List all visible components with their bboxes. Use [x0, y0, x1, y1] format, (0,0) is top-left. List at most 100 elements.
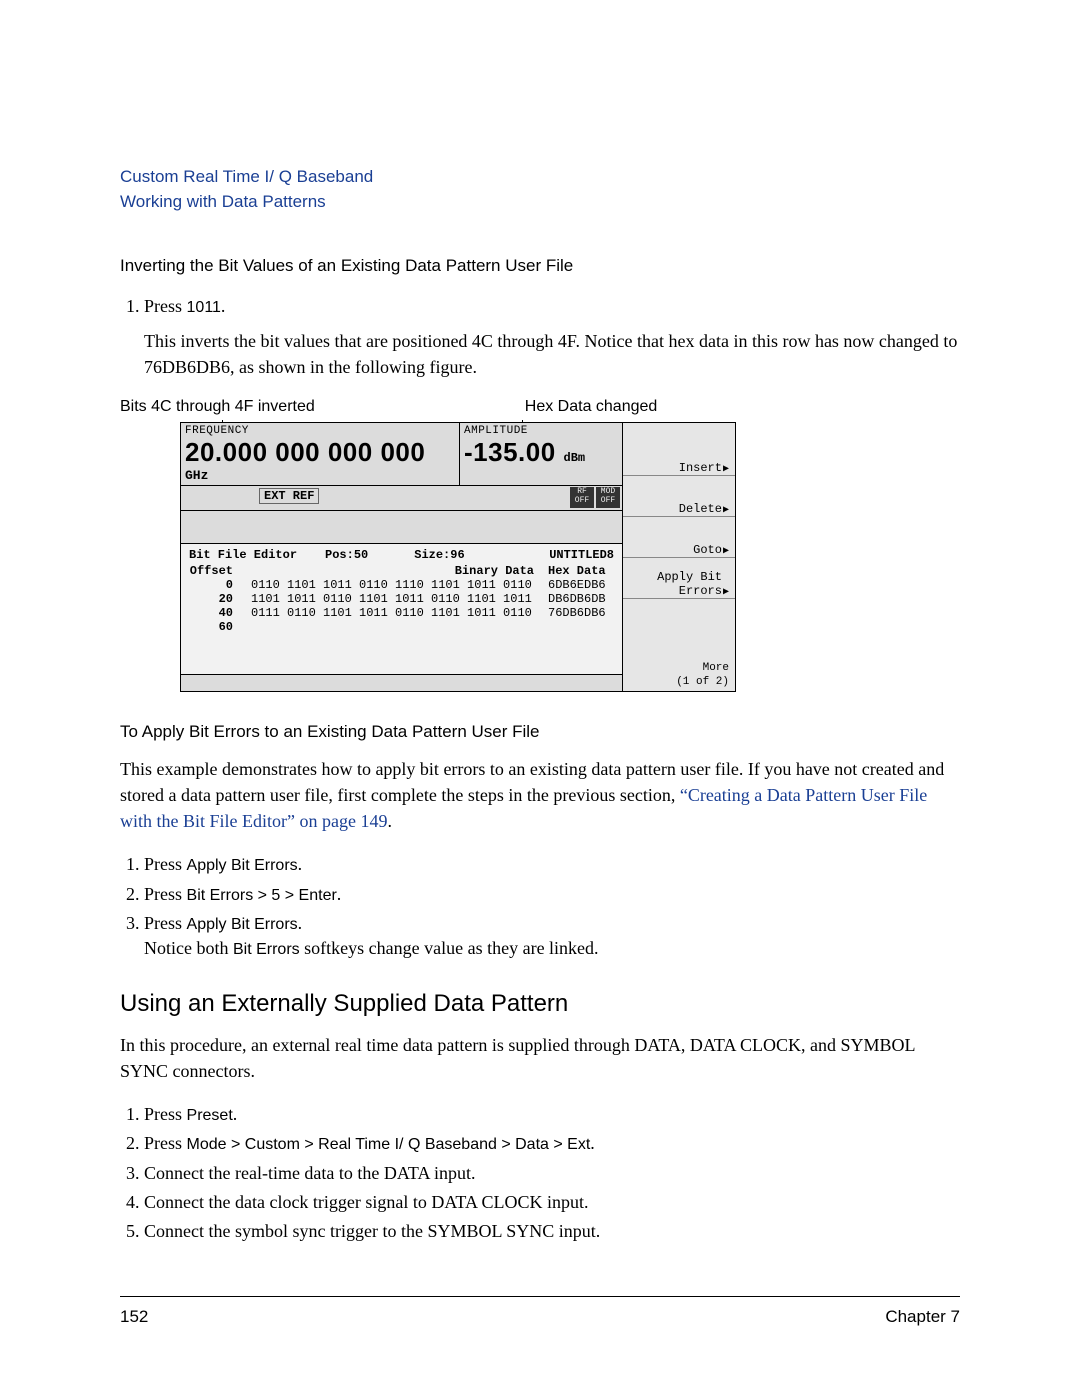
- table-row: DB6DB6DB: [542, 592, 614, 606]
- step-text: Press: [144, 1133, 187, 1153]
- list-item: Press Apply Bit Errors.: [144, 852, 960, 877]
- header-line-1: Custom Real Time I/ Q Baseband: [120, 165, 960, 190]
- step-code: Apply Bit Errors: [187, 857, 298, 874]
- step-suffix: .: [590, 1133, 595, 1153]
- step-text: Press: [144, 296, 187, 316]
- table-row: [251, 620, 542, 634]
- para-text: .: [387, 811, 392, 831]
- amplitude-readout: -135.00 dBm: [464, 437, 618, 468]
- figure-captions: Bits 4C through 4F inverted Hex Data cha…: [120, 398, 960, 416]
- softkey-label: Delete: [679, 502, 722, 516]
- step-text: Press: [144, 1104, 187, 1124]
- softkey-label: More: [703, 662, 729, 675]
- step-explain: This inverts the bit values that are pos…: [144, 328, 960, 380]
- amplitude-value: -135.00: [464, 437, 556, 467]
- caption-left: Bits 4C through 4F inverted: [120, 398, 315, 416]
- table-row: 6DB6EDB6: [542, 578, 614, 592]
- table-row: 40: [189, 606, 251, 620]
- table-row: 76DB6DB6: [542, 606, 614, 620]
- editor-header: Bit File Editor Pos:50 Size:96 UNTITLED8: [189, 548, 614, 562]
- editor-table: Offset Binary Data Hex Data 0 0110 1101 …: [189, 562, 614, 634]
- softkey-spacer: [623, 599, 735, 655]
- step-code: Preset: [187, 1107, 233, 1124]
- page-footer: 152 Chapter 7: [120, 1296, 960, 1327]
- chevron-right-icon: ▶: [723, 586, 729, 598]
- header-line-2: Working with Data Patterns: [120, 190, 960, 215]
- chevron-right-icon: ▶: [723, 504, 729, 516]
- amplitude-box: AMPLITUDE -135.00 dBm: [460, 423, 622, 485]
- editor-size: Size:96: [414, 548, 464, 562]
- frequency-label: FREQUENCY: [185, 425, 455, 437]
- softkey-label: Goto: [693, 543, 722, 557]
- step-code: Bit Errors: [233, 941, 300, 958]
- frequency-box: FREQUENCY 20.000 000 000 000 GHz: [181, 423, 460, 485]
- list-item: Press Preset.: [144, 1102, 960, 1127]
- frequency-unit: GHz: [185, 468, 208, 483]
- softkey-apply-bit-errors[interactable]: Apply Bit Errors▶: [623, 558, 735, 599]
- chapter-label: Chapter 7: [885, 1307, 960, 1327]
- table-row: 20: [189, 592, 251, 606]
- step-note: Notice both: [144, 938, 233, 958]
- section-heading-invert: Inverting the Bit Values of an Existing …: [120, 256, 960, 276]
- rf-off-badge: RF OFF: [570, 487, 594, 508]
- status-bar: [181, 674, 622, 691]
- softkey-column: Insert▶ Delete▶ Goto▶ Apply Bit Errors▶ …: [622, 423, 735, 691]
- list-item: Press Mode > Custom > Real Time I/ Q Bas…: [144, 1131, 960, 1156]
- ext-ref-badge: EXT REF: [259, 488, 319, 504]
- table-row: 60: [189, 620, 251, 634]
- section-heading-external: Using an Externally Supplied Data Patter…: [120, 990, 960, 1018]
- col-hex: Hex Data: [542, 564, 614, 578]
- instrument-main: FREQUENCY 20.000 000 000 000 GHz AMPLITU…: [181, 423, 622, 691]
- invert-steps: Press 1011. This inverts the bit values …: [120, 294, 960, 380]
- rf-mod-badges: RF OFF MOD OFF: [570, 487, 620, 508]
- step-code: 1011: [187, 299, 221, 316]
- step-note: softkeys change value as they are linked…: [300, 938, 599, 958]
- section-heading-apply: To Apply Bit Errors to an Existing Data …: [120, 722, 960, 742]
- col-binary: Binary Data: [251, 564, 542, 578]
- table-row: 1101 1011 0110 1101 1011 0110 1101 1011: [251, 592, 542, 606]
- page-number: 152: [120, 1307, 148, 1327]
- running-header: Custom Real Time I/ Q Baseband Working w…: [120, 165, 960, 214]
- mod-off-badge: MOD OFF: [596, 487, 620, 508]
- apply-intro-para: This example demonstrates how to apply b…: [120, 756, 960, 834]
- table-row: 0111 0110 1101 1011 0110 1101 1011 0110: [251, 606, 542, 620]
- step-suffix: .: [233, 1104, 238, 1124]
- step-press-1011: Press 1011. This inverts the bit values …: [144, 294, 960, 380]
- step-code: Bit Errors > 5 > Enter: [187, 887, 337, 904]
- amplitude-label: AMPLITUDE: [464, 425, 618, 437]
- caption-right: Hex Data changed: [525, 398, 658, 416]
- frequency-value: 20.000 000 000 000: [185, 437, 425, 467]
- list-item: Press Apply Bit Errors. Notice both Bit …: [144, 911, 960, 962]
- table-row: 0: [189, 578, 251, 592]
- softkey-more[interactable]: More (1 of 2): [623, 655, 735, 691]
- table-row: [542, 620, 614, 634]
- step-suffix: .: [298, 913, 303, 933]
- step-suffix: .: [298, 854, 303, 874]
- external-para: In this procedure, an external real time…: [120, 1032, 960, 1084]
- external-steps: Press Preset. Press Mode > Custom > Real…: [120, 1102, 960, 1244]
- editor-title: Bit File Editor: [189, 548, 297, 562]
- blank-row: [181, 511, 622, 544]
- list-item: Connect the symbol sync trigger to the S…: [144, 1219, 960, 1244]
- list-item: Connect the real-time data to the DATA i…: [144, 1161, 960, 1186]
- softkey-delete[interactable]: Delete▶: [623, 476, 735, 517]
- apply-steps: Press Apply Bit Errors. Press Bit Errors…: [120, 852, 960, 962]
- softkey-insert[interactable]: Insert▶: [623, 423, 735, 476]
- step-suffix: .: [337, 884, 342, 904]
- softkey-goto[interactable]: Goto▶: [623, 517, 735, 558]
- instrument-figure: FREQUENCY 20.000 000 000 000 GHz AMPLITU…: [180, 422, 736, 692]
- step-text: Press: [144, 854, 187, 874]
- frequency-readout: 20.000 000 000 000 GHz: [185, 437, 455, 483]
- softkey-label: Apply Bit Errors: [623, 570, 722, 598]
- editor-filename: UNTITLED8: [549, 548, 614, 562]
- table-row: 0110 1101 1011 0110 1110 1101 1011 0110: [251, 578, 542, 592]
- amplitude-unit: dBm: [564, 451, 586, 465]
- step-code: Mode > Custom > Real Time I/ Q Baseband …: [187, 1136, 591, 1153]
- softkey-label: Insert: [679, 461, 722, 475]
- step-code: Apply Bit Errors: [187, 916, 298, 933]
- softkey-sublabel: (1 of 2): [676, 676, 729, 689]
- step-suffix: .: [221, 296, 226, 316]
- list-item: Connect the data clock trigger signal to…: [144, 1190, 960, 1215]
- step-text: Press: [144, 913, 187, 933]
- bit-file-editor: Bit File Editor Pos:50 Size:96 UNTITLED8…: [181, 544, 622, 674]
